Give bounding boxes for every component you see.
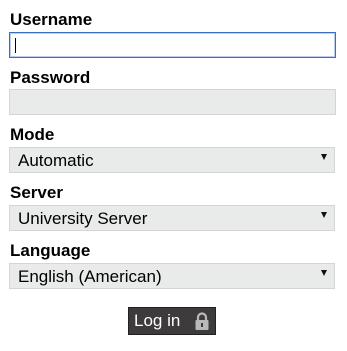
login-button[interactable]: Log in: [128, 307, 216, 335]
mode-select[interactable]: Automatic: [9, 147, 335, 173]
mode-label: Mode: [10, 125, 55, 144]
password-input[interactable]: [9, 89, 336, 115]
login-button-label: Log in: [134, 311, 181, 330]
server-select-value: University Server: [18, 209, 148, 228]
password-label: Password: [10, 68, 91, 87]
lock-icon: [195, 312, 209, 330]
language-select-value: English (American): [18, 267, 162, 286]
chevron-down-icon: [321, 212, 327, 218]
text-caret: [15, 38, 16, 53]
login-form: Username Password Mode Automatic Server …: [0, 0, 347, 351]
language-label: Language: [10, 241, 91, 260]
language-select[interactable]: English (American): [9, 263, 335, 289]
server-label: Server: [10, 183, 63, 202]
chevron-down-icon: [321, 154, 327, 160]
server-select[interactable]: University Server: [9, 205, 335, 231]
mode-select-value: Automatic: [18, 151, 94, 170]
username-input[interactable]: [9, 32, 336, 58]
chevron-down-icon: [321, 270, 327, 276]
username-label: Username: [10, 10, 93, 29]
